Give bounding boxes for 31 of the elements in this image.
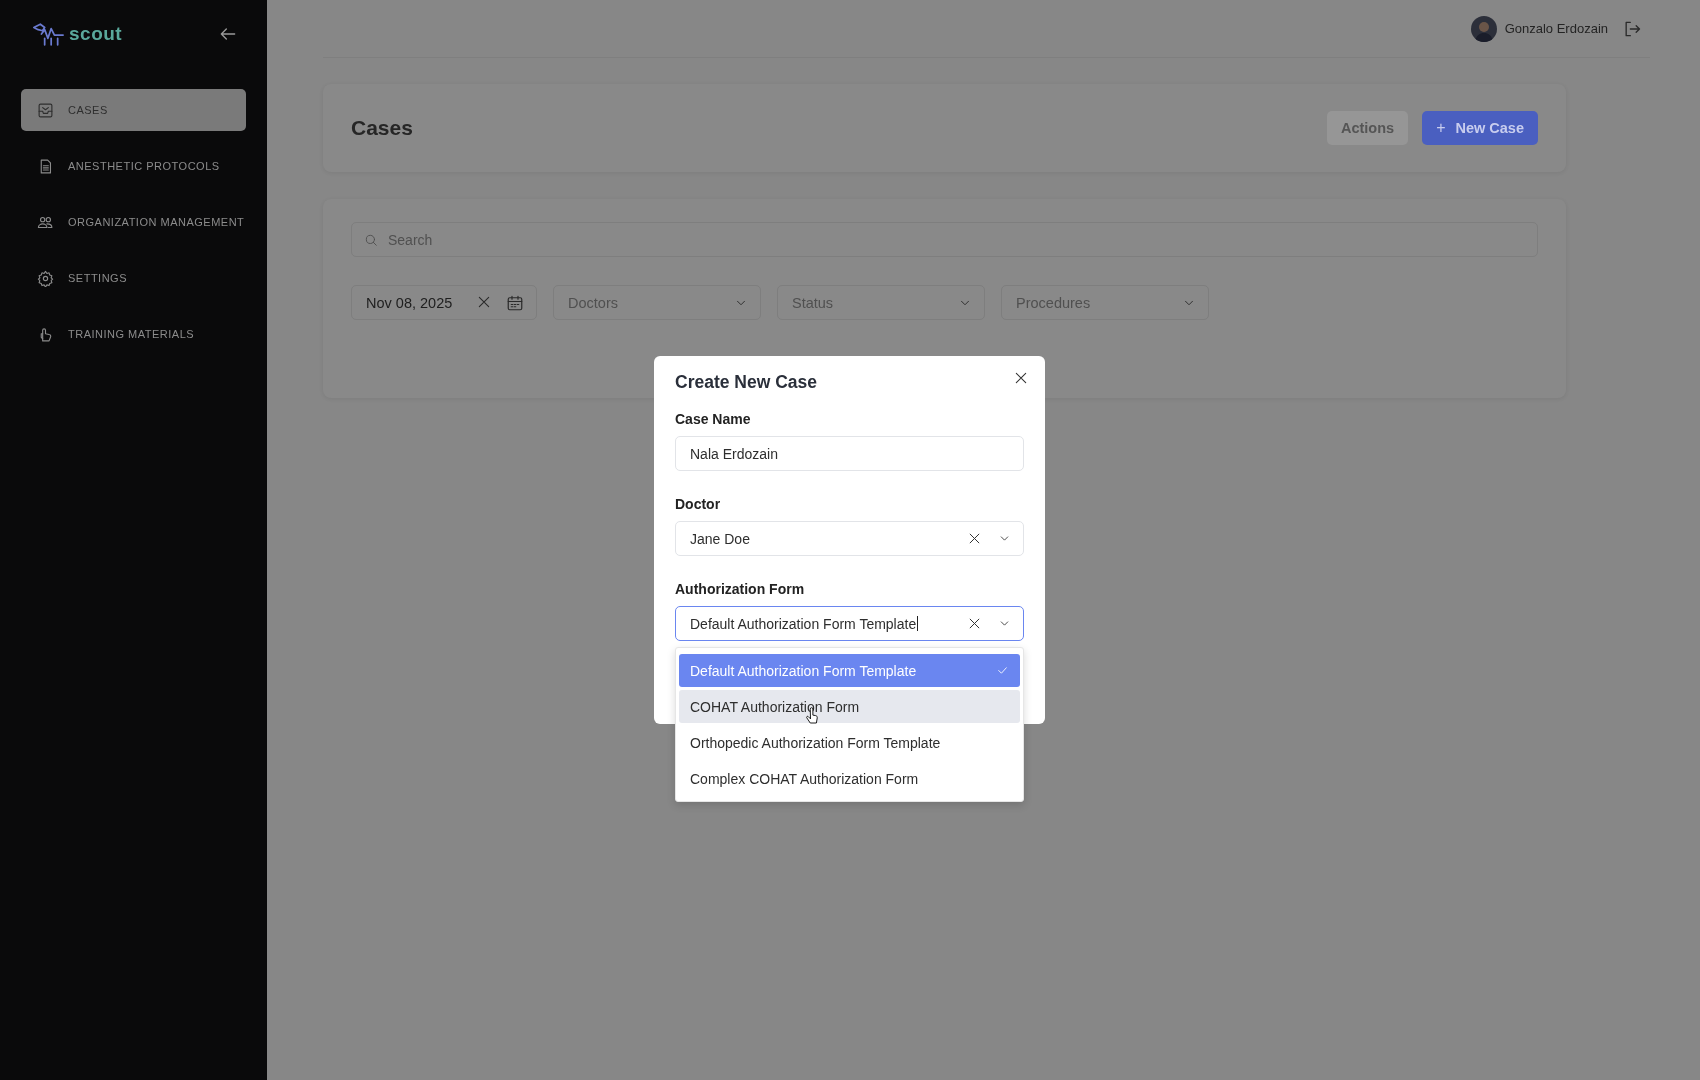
page-title: Cases [351,116,413,140]
clear-icon [967,531,982,546]
dropdown-option[interactable]: Complex COHAT Authorization Form [679,762,1020,795]
check-icon [996,664,1009,677]
dog-logo-icon [31,21,67,47]
select-field[interactable]: Default Authorization Form Template [675,606,1024,641]
sidebar-item[interactable]: ORGANIZATION MANAGEMENT [21,201,246,243]
user-avatar[interactable] [1470,15,1497,42]
calendar-icon [506,293,524,312]
sidebar-item[interactable]: ANESTHETIC PROTOCOLS [21,145,246,187]
case-name-field[interactable]: Nala Erdozain [675,436,1024,471]
gear-icon [37,269,54,287]
dropdown-option[interactable]: Default Authorization Form Template [679,654,1020,687]
clear-icon [967,616,982,631]
sidebar-item[interactable]: CASES [21,89,246,131]
logo-text: scout [69,23,123,45]
search-icon [364,232,378,247]
select-field[interactable]: Jane Doe [675,521,1024,556]
new-case-button[interactable]: + New Case [1422,111,1538,145]
dropdown-option[interactable]: COHAT Authorization Form [679,690,1020,723]
field-label: Doctor [675,496,722,512]
sidebar-item[interactable]: SETTINGS [21,257,246,299]
date-field[interactable]: Nov 08, 2025 [351,285,537,320]
field-label: Case Name [675,411,752,427]
dropdown-option[interactable]: Orthopedic Authorization Form Template [679,726,1020,759]
close-icon [1013,370,1029,386]
field-label: Authorization Form [675,581,806,597]
inbox-icon [37,101,54,119]
modal-title: Create New Case [675,372,818,394]
sidebar-item[interactable]: TRAINING MATERIALS [21,313,246,355]
user-name: Gonzalo Erdozain [1504,21,1608,36]
